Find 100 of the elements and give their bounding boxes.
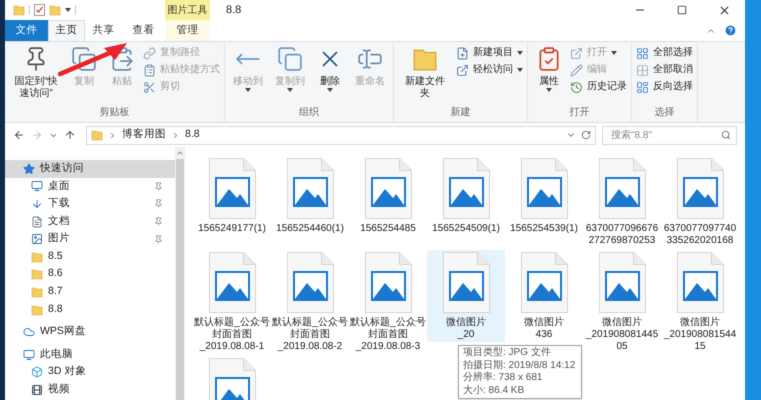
image-file-icon bbox=[598, 158, 646, 219]
sidebar-item[interactable]: 8.6 bbox=[5, 266, 175, 284]
copy-icon bbox=[277, 46, 303, 72]
file-item[interactable]: 微信图片 436 bbox=[505, 250, 583, 342]
image-file-icon bbox=[598, 252, 646, 313]
checklist-icon[interactable] bbox=[34, 4, 45, 16]
image-file-icon bbox=[520, 252, 568, 313]
external-link-icon bbox=[456, 64, 469, 76]
file-item[interactable]: 1565254509(1) bbox=[427, 156, 505, 236]
ribbon-button[interactable]: 反向选择 bbox=[636, 80, 693, 94]
group-label: 组织 bbox=[298, 107, 320, 120]
image-file-icon bbox=[208, 158, 256, 219]
file-item[interactable]: 1565254539(1) bbox=[505, 156, 583, 236]
file-item[interactable]: 1565254485 bbox=[349, 156, 427, 236]
file-item[interactable]: 默认标题_公众号 封面首图 _2019.08.08-3 bbox=[349, 250, 427, 354]
file-item[interactable]: 6370077096676 272769870253 bbox=[583, 156, 661, 248]
refresh-icon[interactable] bbox=[581, 130, 591, 140]
ribbon-button[interactable]: 属性 bbox=[532, 46, 566, 92]
ribbon-button[interactable]: 删除 bbox=[313, 46, 347, 92]
folder-icon bbox=[31, 304, 43, 316]
sidebar-item[interactable]: 此电脑 bbox=[5, 346, 175, 364]
down-arrow-icon bbox=[31, 198, 43, 210]
file-item[interactable]: 1565249177(1) bbox=[193, 156, 271, 236]
new-file-icon bbox=[456, 46, 469, 60]
group-label: 剪贴板 bbox=[98, 107, 130, 120]
picture-icon bbox=[31, 233, 43, 246]
image-file-icon bbox=[676, 252, 724, 313]
search-field[interactable]: 搜索"8.8" bbox=[602, 126, 737, 144]
sidebar-item[interactable]: WPS网盘 bbox=[5, 323, 175, 341]
ribbon-tab[interactable]: 主页 bbox=[48, 20, 85, 41]
ribbon-button[interactable]: 新建项目 bbox=[456, 46, 523, 60]
folder-icon bbox=[31, 286, 43, 298]
file-item[interactable]: 微信图片 _201908081544 15 bbox=[661, 250, 739, 354]
sidebar-item[interactable]: 8.8 bbox=[5, 300, 175, 318]
scrollbar[interactable] bbox=[175, 147, 185, 400]
breadcrumb[interactable]: 8.8 bbox=[185, 127, 200, 143]
close-icon bbox=[718, 4, 730, 16]
ribbon-button[interactable]: 历史记录 bbox=[570, 80, 627, 94]
link-icon bbox=[143, 46, 156, 60]
ribbon-button[interactable]: 全部取消 bbox=[636, 63, 693, 77]
maximize-icon bbox=[677, 5, 687, 15]
file-item[interactable]: 默认标题_公众号 封面首图 _2019.08.08-1 bbox=[193, 250, 271, 354]
sidebar-item[interactable]: 快速访问 bbox=[5, 160, 175, 178]
image-file-icon bbox=[208, 252, 256, 313]
sidebar-item[interactable]: 视频 bbox=[5, 381, 175, 399]
folder-icon bbox=[49, 4, 61, 16]
image-file-icon bbox=[442, 158, 490, 219]
sidebar-item[interactable]: 桌面 bbox=[5, 178, 175, 196]
chevron-icon bbox=[171, 130, 180, 140]
sidebar-item[interactable]: 3D 对象 bbox=[5, 364, 175, 382]
help-icon[interactable] bbox=[724, 24, 737, 37]
file-item[interactable]: 默认标题_公众号 封面首图 _2019.08.08-2 bbox=[271, 250, 349, 354]
star-icon bbox=[23, 162, 35, 175]
ribbon-button[interactable]: 固定到“快速访问” bbox=[9, 46, 63, 100]
grid-icon bbox=[636, 64, 649, 76]
file-item[interactable]: 6370077097740 335262020168 bbox=[661, 156, 739, 248]
ribbon-tab[interactable]: 管理 bbox=[165, 20, 210, 41]
cloud-icon bbox=[23, 326, 35, 338]
monitor-icon bbox=[31, 180, 43, 192]
search-icon bbox=[721, 130, 731, 140]
ribbon-button[interactable]: 全部选择 bbox=[636, 46, 693, 60]
context-tab-header: 图片工具 bbox=[165, 0, 210, 20]
sidebar-item[interactable]: 下载 bbox=[5, 195, 175, 213]
address-bar[interactable]: 博客用图 8.8 bbox=[86, 126, 596, 144]
film-icon bbox=[31, 384, 43, 396]
ribbon-tab[interactable]: 查看 bbox=[122, 20, 165, 41]
file-item[interactable]: 微信图片 _201908081445 05 bbox=[583, 250, 661, 354]
sidebar-item[interactable]: 8.7 bbox=[5, 283, 175, 301]
monitor-icon bbox=[23, 348, 35, 361]
clipboard-icon bbox=[143, 64, 156, 76]
breadcrumb[interactable]: 博客用图 bbox=[122, 127, 166, 143]
image-file-icon bbox=[286, 158, 334, 219]
grid-icon bbox=[636, 80, 649, 94]
document-icon bbox=[31, 216, 43, 228]
sidebar-item[interactable]: 图片 bbox=[5, 230, 175, 248]
sidebar-item[interactable]: 文档 bbox=[5, 212, 175, 230]
file-item[interactable]: 微信图片 _20 bbox=[427, 250, 505, 342]
group-label: 打开 bbox=[568, 107, 590, 120]
file-item[interactable]: 1565254460(1) bbox=[271, 156, 349, 236]
sidebar-item[interactable]: 8.5 bbox=[5, 248, 175, 266]
ribbon-button[interactable]: 新建文件夹 bbox=[398, 46, 452, 100]
ribbon-tab[interactable]: 共享 bbox=[85, 20, 122, 41]
caret-icon bbox=[65, 8, 71, 12]
pencil-icon bbox=[570, 64, 583, 76]
back-button[interactable] bbox=[13, 129, 25, 141]
ribbon-button[interactable]: 轻松访问 bbox=[456, 63, 523, 77]
tooltip: 项目类型: JPG 文件 拍摄日期: 2019/8/8 14:12 分辨率: 738 x 681 大小: 86.4 KB bbox=[458, 345, 582, 399]
group-label: 新建 bbox=[450, 107, 472, 120]
up-button[interactable] bbox=[64, 129, 76, 141]
arrow-annotation bbox=[58, 43, 127, 76]
chevron-icon bbox=[108, 130, 117, 140]
folder-icon bbox=[91, 129, 103, 141]
image-file-icon bbox=[286, 252, 334, 313]
image-file-icon bbox=[520, 158, 568, 219]
cube-icon bbox=[31, 366, 43, 378]
folder-icon bbox=[31, 268, 43, 280]
window-title: 8.8 bbox=[226, 2, 242, 18]
ribbon-tab[interactable]: 文件 bbox=[5, 20, 48, 41]
image-file-icon bbox=[364, 158, 412, 219]
copy-icon bbox=[71, 46, 97, 72]
